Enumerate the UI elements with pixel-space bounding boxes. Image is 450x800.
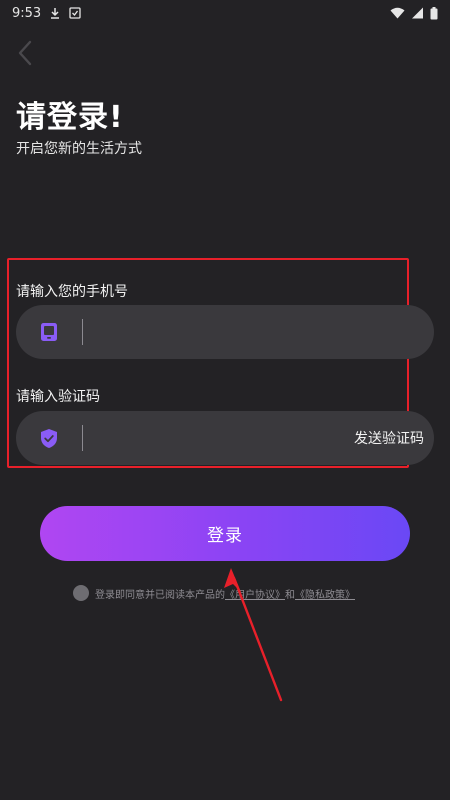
back-button[interactable]: [10, 40, 40, 70]
phone-icon: [16, 305, 82, 359]
login-button-label: 登录: [207, 526, 243, 546]
page-title: 请登录!: [16, 100, 124, 135]
chevron-left-icon: [17, 40, 33, 70]
code-field-label: 请输入验证码: [16, 389, 100, 405]
shield-check-icon: [16, 411, 82, 465]
page-subtitle: 开启您新的生活方式: [16, 141, 142, 157]
download-icon: [49, 7, 61, 19]
agreement-conjunction: 和: [285, 589, 295, 601]
status-time: 9:53: [12, 5, 42, 21]
phone-field-container: [16, 305, 434, 359]
agreement-row: 登录即同意并已阅读本产品的 《用户协议》 和 《隐私政策》: [73, 585, 355, 601]
verification-code-input[interactable]: [83, 411, 354, 465]
phone-field-label: 请输入您的手机号: [16, 284, 128, 300]
send-code-button[interactable]: 发送验证码: [354, 428, 434, 448]
status-bar: 9:53: [0, 0, 450, 26]
privacy-policy-link[interactable]: 《隐私政策》: [295, 586, 355, 601]
signal-icon: [411, 7, 424, 19]
wifi-icon: [390, 7, 405, 19]
agreement-text: 登录即同意并已阅读本产品的: [95, 589, 225, 601]
code-field-container: 发送验证码: [16, 411, 434, 465]
battery-icon: [430, 6, 438, 20]
agree-checkbox[interactable]: [73, 585, 89, 601]
user-agreement-link[interactable]: 《用户协议》: [225, 586, 285, 601]
login-button[interactable]: 登录: [40, 506, 410, 561]
phone-input[interactable]: [83, 305, 434, 359]
notification-icon: [69, 7, 81, 19]
